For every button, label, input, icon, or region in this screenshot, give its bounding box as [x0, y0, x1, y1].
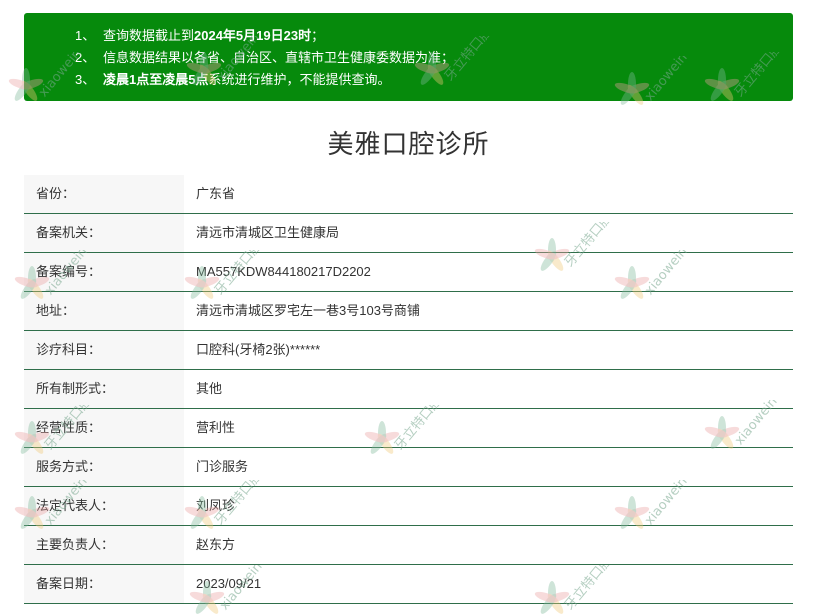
row-value: 广东省 [196, 186, 236, 201]
table-row: 主要负责人： 赵东方 [24, 526, 793, 565]
notice-number: 2、 [75, 50, 96, 65]
table-row: 法定代表人： 刘凤珍 [24, 487, 793, 526]
row-label: 法定代表人： [24, 487, 184, 525]
row-label: 备案机关： [24, 214, 184, 252]
row-label: 主要负责人： [24, 526, 184, 564]
row-value: 刘凤珍 [196, 498, 236, 513]
row-label: 经营性质： [24, 409, 184, 447]
row-value: 其他 [196, 381, 223, 396]
row-value: 赵东方 [196, 537, 236, 552]
notice-number: 1、 [75, 28, 96, 43]
row-value: 门诊服务 [196, 459, 249, 474]
table-row: 所有制形式： 其他 [24, 370, 793, 409]
row-value: 清远市清城区罗宅左一巷3号103号商铺 [196, 303, 420, 318]
table-row: 备案机关： 清远市清城区卫生健康局 [24, 214, 793, 253]
notice-text: 信息数据结果以各省、自治区、直辖市卫生健康委数据为准； [103, 50, 455, 65]
row-value: 营利性 [196, 420, 236, 435]
row-label: 所有制形式： [24, 370, 184, 408]
row-label: 诊疗科目： [24, 331, 184, 369]
table-row: 备案日期： 2023/09/21 [24, 565, 793, 604]
table-row: 地址： 清远市清城区罗宅左一巷3号103号商铺 [24, 292, 793, 331]
table-row: 经营性质： 营利性 [24, 409, 793, 448]
row-value: MA557KDW844180217D2202 [196, 264, 371, 279]
table-row: 服务方式： 门诊服务 [24, 448, 793, 487]
row-value: 清远市清城区卫生健康局 [196, 225, 340, 240]
notice-highlight: 2024年5月19日23时 [194, 28, 312, 43]
notice-line-2: 2、 信息数据结果以各省、自治区、直辖市卫生健康委数据为准； [75, 47, 793, 69]
row-label: 服务方式： [24, 448, 184, 486]
notice-highlight: 凌晨1点至凌晨5点 [103, 72, 209, 87]
row-value: 口腔科(牙椅2张)****** [196, 342, 321, 357]
row-label: 省份： [24, 175, 184, 213]
notice-line-3: 3、 凌晨1点至凌晨5点系统进行维护，不能提供查询。 [75, 69, 793, 91]
notice-text-tail: 系统进行维护，不能提供查询。 [208, 72, 391, 87]
notice-text-tail: ； [311, 28, 325, 43]
row-label: 备案编号： [24, 253, 184, 291]
notice-line-1: 1、 查询数据截止到2024年5月19日23时； [75, 25, 793, 47]
row-label: 备案日期： [24, 565, 184, 603]
info-table: 省份： 广东省 备案机关： 清远市清城区卫生健康局 备案编号： MA557KDW… [24, 175, 793, 604]
page-title: 美雅口腔诊所 [327, 129, 490, 159]
notice-banner: 1、 查询数据截止到2024年5月19日23时； 2、 信息数据结果以各省、自治区、… [24, 13, 793, 101]
table-row: 备案编号： MA557KDW844180217D2202 [24, 253, 793, 292]
row-label: 地址： [24, 292, 184, 330]
table-row: 省份： 广东省 [24, 175, 793, 214]
table-row: 诊疗科目： 口腔科(牙椅2张)****** [24, 331, 793, 370]
notice-text: 查询数据截止到 [103, 28, 195, 43]
record-page: 1、 查询数据截止到2024年5月19日23时； 2、 信息数据结果以各省、自治区、… [0, 0, 813, 615]
row-value: 2023/09/21 [196, 576, 262, 591]
notice-number: 3、 [75, 72, 96, 87]
